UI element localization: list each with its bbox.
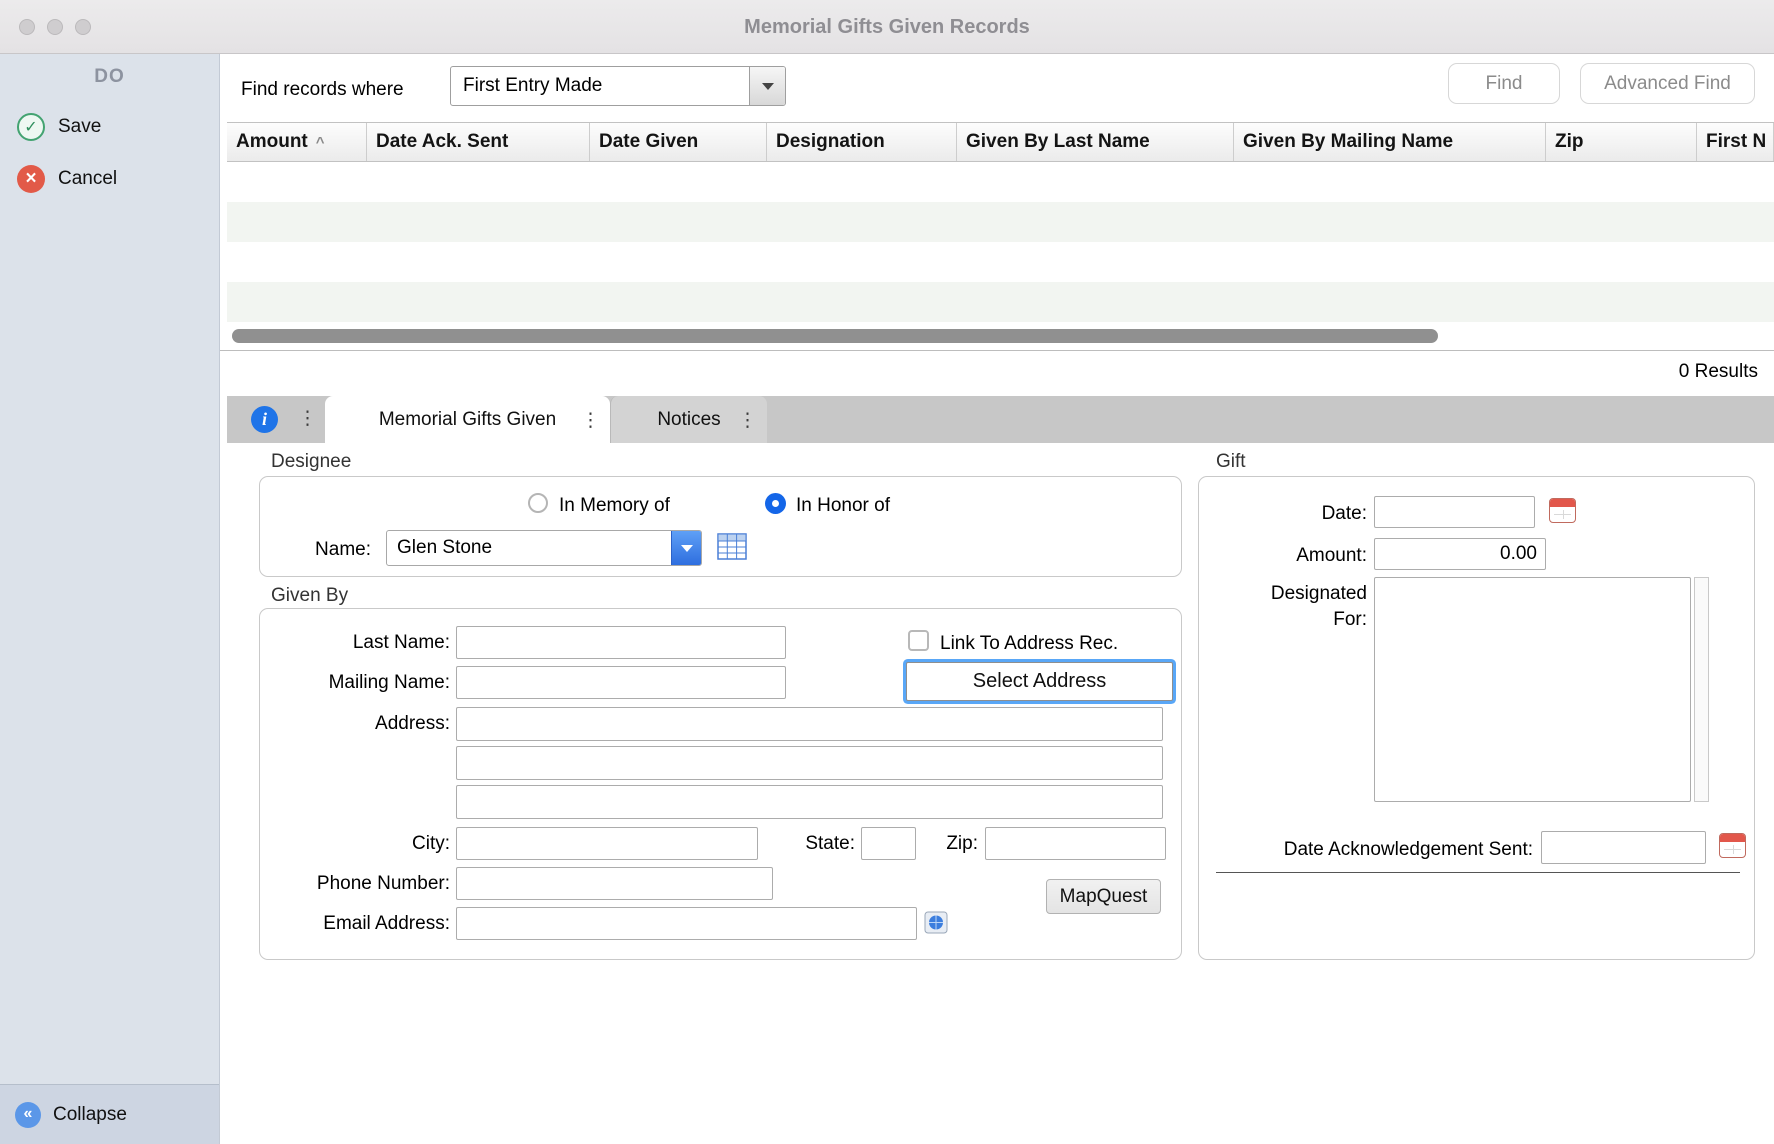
last-name-input[interactable] <box>456 626 786 659</box>
calendar-icon[interactable] <box>1549 498 1576 523</box>
close-icon: × <box>17 165 45 193</box>
in-memory-radio[interactable] <box>528 493 548 513</box>
designee-section-label: Designee <box>271 451 351 473</box>
layout-menu-icon[interactable]: ⋮ <box>298 407 317 429</box>
find-criteria-dropdown[interactable]: First Entry Made <box>450 66 786 106</box>
zip-label: Zip: <box>880 833 978 855</box>
column-header-given-by-mailing-name[interactable]: Given By Mailing Name <box>1234 123 1546 161</box>
cancel-label: Cancel <box>58 168 117 190</box>
in-memory-label: In Memory of <box>559 495 670 517</box>
collapse-icon: « <box>15 1102 41 1128</box>
column-header-date-given[interactable]: Date Given <box>590 123 767 161</box>
select-address-button[interactable]: Select Address <box>906 662 1173 701</box>
gift-amount-label: Amount: <box>1240 545 1367 567</box>
given-by-section-label: Given By <box>271 585 348 607</box>
link-to-address-label: Link To Address Rec. <box>940 633 1118 655</box>
email-address-label: Email Address: <box>240 913 450 935</box>
find-records-where-label: Find records where <box>241 79 404 101</box>
designee-name-value: Glen Stone <box>387 531 671 565</box>
dropdown-button[interactable] <box>749 67 785 105</box>
horizontal-scrollbar[interactable] <box>232 329 1438 343</box>
tab-menu-icon[interactable]: ⋮ <box>581 409 600 431</box>
in-honor-label: In Honor of <box>796 495 890 517</box>
mapquest-button[interactable]: MapQuest <box>1046 879 1161 914</box>
save-button[interactable]: ✓ Save <box>17 111 101 143</box>
find-button-label: Find <box>1486 73 1523 95</box>
designee-groupbox: In Memory of In Honor of Name: Glen Ston… <box>259 476 1182 577</box>
check-icon: ✓ <box>17 113 45 141</box>
date-ack-sent-input[interactable] <box>1541 831 1706 864</box>
column-header-first-name[interactable]: First N <box>1697 123 1774 161</box>
email-address-input[interactable] <box>456 907 917 940</box>
results-table-body <box>227 162 1774 322</box>
find-criteria-value: First Entry Made <box>451 67 749 105</box>
cancel-button[interactable]: × Cancel <box>17 163 117 195</box>
select-address-label: Select Address <box>973 670 1106 693</box>
tab-notices[interactable]: Notices ⋮ <box>610 396 767 443</box>
gift-date-label: Date: <box>1240 503 1367 525</box>
tab-memorial-gifts-given[interactable]: Memorial Gifts Given ⋮ <box>325 396 610 443</box>
find-button[interactable]: Find <box>1448 63 1560 104</box>
gift-divider <box>1216 872 1740 873</box>
address-label: Address: <box>240 713 450 735</box>
zip-input[interactable] <box>985 827 1166 860</box>
mailing-name-input[interactable] <box>456 666 786 699</box>
results-table-header: Amount^ Date Ack. Sent Date Given Design… <box>227 122 1774 162</box>
city-label: City: <box>240 833 450 855</box>
designated-for-label: Designated For: <box>1240 581 1367 633</box>
collapse-button[interactable]: « Collapse <box>0 1084 219 1144</box>
phone-number-label: Phone Number: <box>240 873 450 895</box>
save-label: Save <box>58 116 101 138</box>
in-honor-radio[interactable] <box>765 493 786 514</box>
address-line2-input[interactable] <box>456 746 1163 780</box>
gift-amount-input[interactable]: 0.00 <box>1374 538 1546 570</box>
name-dropdown-button[interactable] <box>671 531 701 565</box>
table-row <box>227 242 1774 282</box>
date-ack-sent-label: Date Acknowledgement Sent: <box>1215 839 1533 861</box>
tab-label: Notices <box>657 409 720 431</box>
designated-for-textarea[interactable] <box>1374 577 1691 802</box>
column-header-given-by-last-name[interactable]: Given By Last Name <box>957 123 1234 161</box>
sort-asc-icon: ^ <box>316 134 325 151</box>
mailing-name-label: Mailing Name: <box>240 672 450 694</box>
select-from-list-icon[interactable] <box>717 533 747 560</box>
gift-date-input[interactable] <box>1374 496 1535 528</box>
state-label: State: <box>700 833 855 855</box>
title-bar: Memorial Gifts Given Records <box>0 0 1774 54</box>
table-row <box>227 202 1774 242</box>
tab-bar: i ⋮ Memorial Gifts Given ⋮ Notices ⋮ <box>227 396 1774 443</box>
address-line1-input[interactable] <box>456 707 1163 741</box>
window: Memorial Gifts Given Records DO ✓ Save ×… <box>0 0 1774 1144</box>
sidebar-header: DO <box>0 66 219 88</box>
table-row <box>227 282 1774 322</box>
calendar-icon[interactable] <box>1719 833 1746 858</box>
chevron-down-icon <box>762 83 774 90</box>
advanced-find-button-label: Advanced Find <box>1604 73 1731 95</box>
chevron-down-icon <box>681 545 693 552</box>
results-count: 0 Results <box>1679 361 1758 383</box>
table-row <box>227 162 1774 202</box>
designee-name-combo[interactable]: Glen Stone <box>386 530 702 566</box>
sidebar: DO ✓ Save × Cancel « Collapse <box>0 54 220 1144</box>
tab-label: Memorial Gifts Given <box>379 409 556 431</box>
last-name-label: Last Name: <box>240 632 450 654</box>
column-header-date-ack-sent[interactable]: Date Ack. Sent <box>367 123 590 161</box>
column-header-designation[interactable]: Designation <box>767 123 957 161</box>
textarea-scrollbar[interactable] <box>1694 577 1709 802</box>
column-header-amount[interactable]: Amount^ <box>227 123 367 161</box>
list-bottom-border <box>220 350 1774 351</box>
window-title: Memorial Gifts Given Records <box>0 0 1774 54</box>
info-icon[interactable]: i <box>251 406 278 433</box>
phone-number-input[interactable] <box>456 867 773 900</box>
mapquest-label: MapQuest <box>1060 886 1148 908</box>
collapse-label: Collapse <box>53 1104 127 1126</box>
link-to-address-checkbox[interactable] <box>908 630 929 651</box>
tab-menu-icon[interactable]: ⋮ <box>738 409 757 431</box>
column-header-zip[interactable]: Zip <box>1546 123 1697 161</box>
web-viewer-icon[interactable] <box>924 911 948 934</box>
address-line3-input[interactable] <box>456 785 1163 819</box>
advanced-find-button[interactable]: Advanced Find <box>1580 63 1755 104</box>
gift-section-label: Gift <box>1216 451 1246 473</box>
name-label: Name: <box>254 539 371 561</box>
